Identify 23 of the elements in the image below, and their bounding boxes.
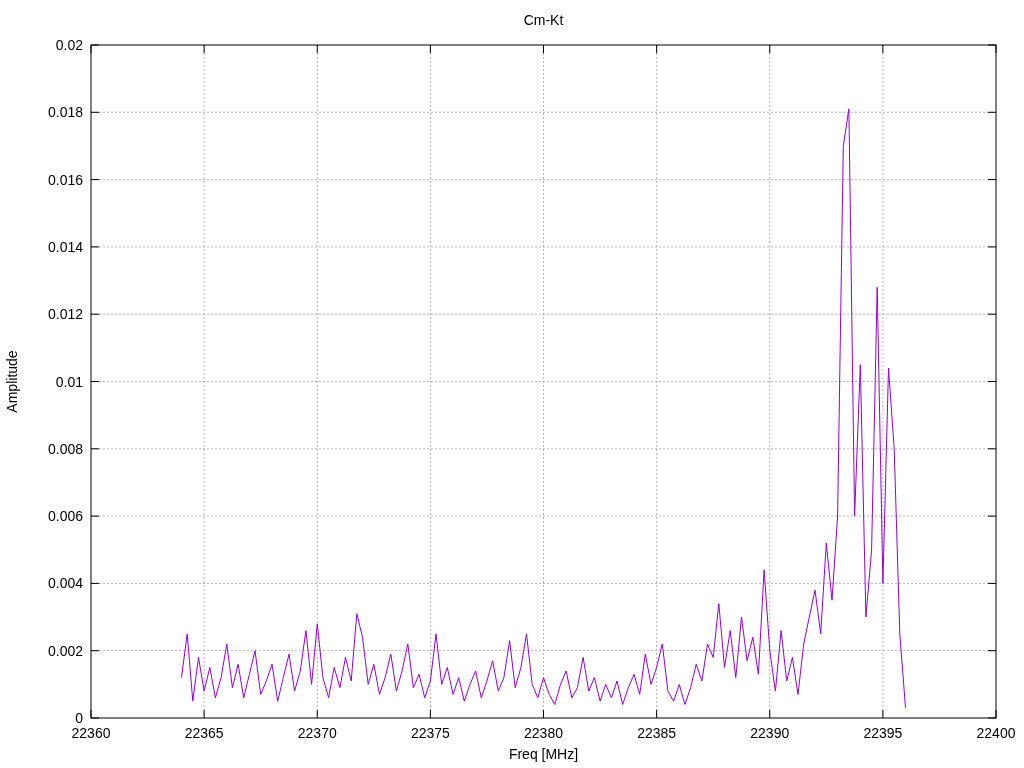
- x-tick-label: 22360: [71, 725, 111, 741]
- x-tick-label: 22390: [750, 725, 790, 741]
- y-tick-label: 0.018: [47, 104, 83, 121]
- x-tick-label: 22380: [524, 725, 563, 741]
- y-tick-label: 0.008: [47, 440, 83, 457]
- x-tick-label: 22395: [863, 725, 903, 741]
- y-tick-label: 0.014: [47, 238, 83, 255]
- x-tick-label: 22370: [297, 725, 337, 741]
- y-tick-label: 0.02: [55, 37, 83, 53]
- y-tick-label: 0.012: [47, 306, 83, 323]
- y-axis-label: Amplitude: [4, 350, 20, 413]
- y-tick-label: 0.006: [47, 508, 83, 525]
- x-axis-label: Freq [MHz]: [508, 746, 579, 762]
- x-tick-label: 22400: [976, 725, 1016, 741]
- chart-title: Cm-Kt: [523, 12, 564, 28]
- y-tick-label: 0: [75, 710, 83, 726]
- x-tick-label: 22365: [184, 725, 224, 741]
- x-tick-label: 22385: [637, 725, 677, 741]
- y-tick-label: 0.016: [47, 171, 83, 188]
- x-tick-label: 22375: [410, 725, 450, 741]
- y-tick-label: 0.01: [55, 373, 83, 390]
- y-tick-label: 0.004: [47, 575, 83, 592]
- y-tick-label: 0.002: [47, 642, 83, 659]
